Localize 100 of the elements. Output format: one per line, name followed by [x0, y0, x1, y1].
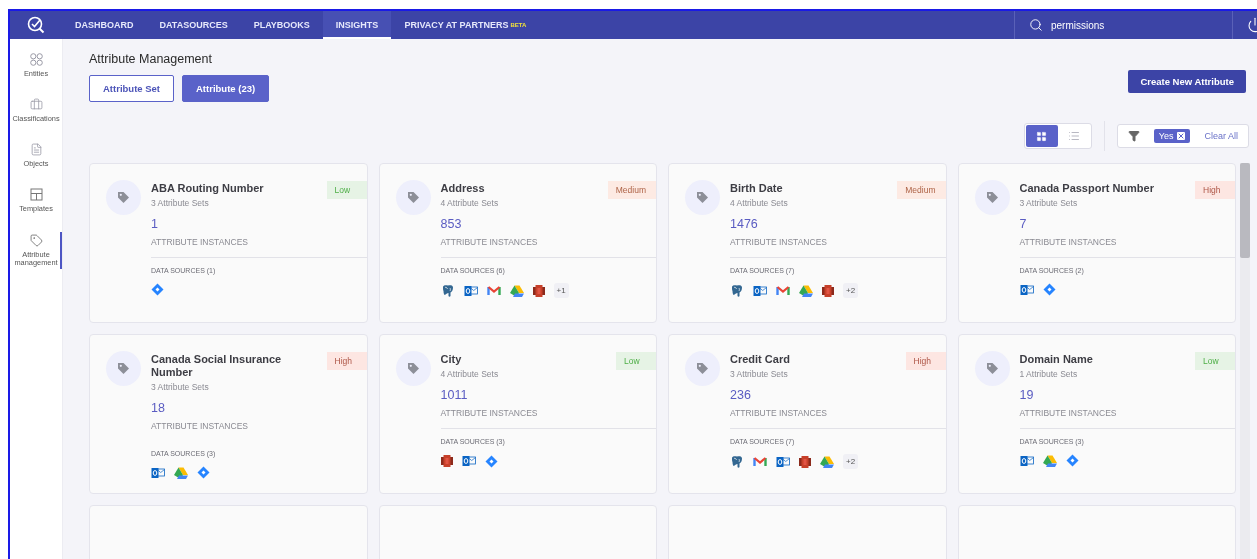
triangle-icon	[1042, 454, 1057, 467]
triangle-icon	[509, 284, 524, 297]
nav-tab[interactable]: INSIGHTS	[322, 11, 392, 39]
tag-icon	[29, 233, 43, 247]
mail-app-icon	[463, 284, 478, 297]
briefcase-icon	[29, 98, 43, 112]
page-title: Attribute Management	[89, 52, 213, 66]
nav-tab[interactable]: PRIVACY AT PARTNERS $^{BETA}$	[391, 11, 540, 39]
instance-count: 1	[151, 217, 159, 231]
instance-label: ATTRIBUTE INSTANCES	[440, 237, 539, 247]
nav-tab[interactable]: DASHBOARD	[62, 11, 147, 39]
instance-label: ATTRIBUTE INSTANCES	[151, 237, 249, 247]
tag-icon	[395, 180, 431, 215]
risk-badge: Medium	[897, 181, 946, 199]
instance-count: 18	[151, 401, 166, 415]
diamond-icon	[484, 454, 498, 468]
risk-badge: Low	[1195, 352, 1235, 370]
attribute-name: Domain Name	[1019, 353, 1093, 366]
elephant-icon	[730, 283, 744, 298]
instance-label: ATTRIBUTE INSTANCES	[1019, 408, 1118, 418]
clear-all-link[interactable]: Clear All	[1204, 131, 1238, 141]
attribute-name: Canada Social Insurance Number	[151, 353, 283, 379]
elephant-icon	[440, 283, 455, 298]
triangle-icon	[799, 284, 813, 297]
attribute-sets: 3 Attribute Sets	[1019, 198, 1079, 208]
tab-button[interactable]: Attribute (23)	[182, 75, 270, 102]
logo-icon[interactable]	[27, 16, 45, 34]
stacked-block-icon	[532, 283, 545, 298]
document-icon	[29, 143, 43, 157]
tag-icon	[395, 351, 431, 386]
create-button[interactable]: Create New Attribute	[1128, 70, 1246, 93]
filter-icon[interactable]	[1127, 130, 1140, 142]
instance-count: 1476	[730, 217, 759, 231]
attribute-name: Canada Passport Number	[1019, 182, 1154, 195]
instance-label: ATTRIBUTE INSTANCES	[151, 421, 249, 431]
tag-icon	[106, 180, 141, 215]
instance-count: 1011	[440, 388, 469, 402]
risk-badge: High	[905, 352, 946, 370]
instance-count: 236	[730, 388, 752, 402]
mail-app-icon	[1019, 454, 1034, 467]
tag-icon	[685, 180, 720, 215]
filter-chip[interactable]: Yes	[1153, 129, 1191, 143]
stacked-block-icon	[440, 454, 453, 468]
list-icon	[1067, 130, 1080, 142]
nav-tab[interactable]: PLAYBOOKS	[240, 11, 323, 39]
instance-label: ATTRIBUTE INSTANCES	[730, 237, 828, 247]
instance-label: ATTRIBUTE INSTANCES	[730, 408, 828, 418]
more-count: +1	[553, 283, 569, 298]
instance-count: 19	[1019, 388, 1035, 402]
attribute-name: ABA Routing Number	[151, 182, 264, 195]
diamond-icon	[151, 283, 164, 296]
envelope-icon	[776, 285, 790, 296]
diamond-icon	[197, 466, 210, 479]
tag-icon	[685, 351, 720, 386]
grid-icon	[1036, 130, 1048, 142]
triangle-icon	[820, 455, 834, 468]
attribute-sets: 1 Attribute Sets	[1019, 369, 1079, 379]
attribute-name: Credit Card	[730, 353, 790, 366]
risk-badge: Medium	[607, 181, 656, 199]
instance-count: 853	[440, 217, 463, 231]
tag-icon	[106, 351, 141, 386]
triangle-icon	[174, 466, 188, 479]
elephant-icon	[730, 454, 744, 469]
tag-icon	[974, 351, 1010, 386]
layout-icon	[29, 188, 43, 202]
attribute-sets: 4 Attribute Sets	[730, 198, 789, 208]
mail-app-icon	[776, 455, 790, 468]
instance-label: ATTRIBUTE INSTANCES	[440, 408, 539, 418]
tag-icon	[974, 180, 1010, 215]
close-icon[interactable]	[1177, 132, 1186, 140]
attribute-sets: 4 Attribute Sets	[440, 369, 500, 379]
mail-app-icon	[753, 284, 767, 297]
attribute-sets: 3 Attribute Sets	[151, 382, 210, 392]
attribute-name: Address	[440, 182, 485, 195]
stacked-block-icon	[822, 283, 834, 298]
risk-badge: High	[1195, 181, 1235, 199]
attribute-sets: 4 Attribute Sets	[440, 198, 500, 208]
mail-app-icon	[1019, 283, 1034, 296]
more-count: +2	[843, 454, 859, 469]
risk-badge: Low	[616, 352, 656, 370]
more-count: +2	[843, 283, 859, 298]
instance-count: 7	[1019, 217, 1028, 231]
attribute-name: City	[440, 353, 462, 366]
envelope-icon	[486, 285, 501, 296]
mail-app-icon	[461, 455, 476, 467]
circles-icon	[29, 53, 43, 66]
instance-label: ATTRIBUTE INSTANCES	[1019, 237, 1118, 247]
diamond-icon	[1065, 454, 1079, 467]
tab-button[interactable]: Attribute Set	[89, 75, 174, 102]
search-field[interactable]: permissions	[1051, 19, 1191, 31]
scrollbar[interactable]	[1240, 163, 1250, 559]
diamond-icon	[1042, 283, 1056, 296]
risk-badge: High	[326, 352, 367, 370]
nav-tab[interactable]: DATASOURCES	[146, 11, 241, 39]
mail-app-icon	[151, 466, 165, 479]
envelope-icon	[753, 456, 767, 467]
risk-badge: Low	[326, 181, 367, 199]
grid-view-button[interactable]	[1025, 125, 1058, 147]
search-icon	[1029, 18, 1043, 32]
attribute-name: Birth Date	[730, 182, 783, 195]
